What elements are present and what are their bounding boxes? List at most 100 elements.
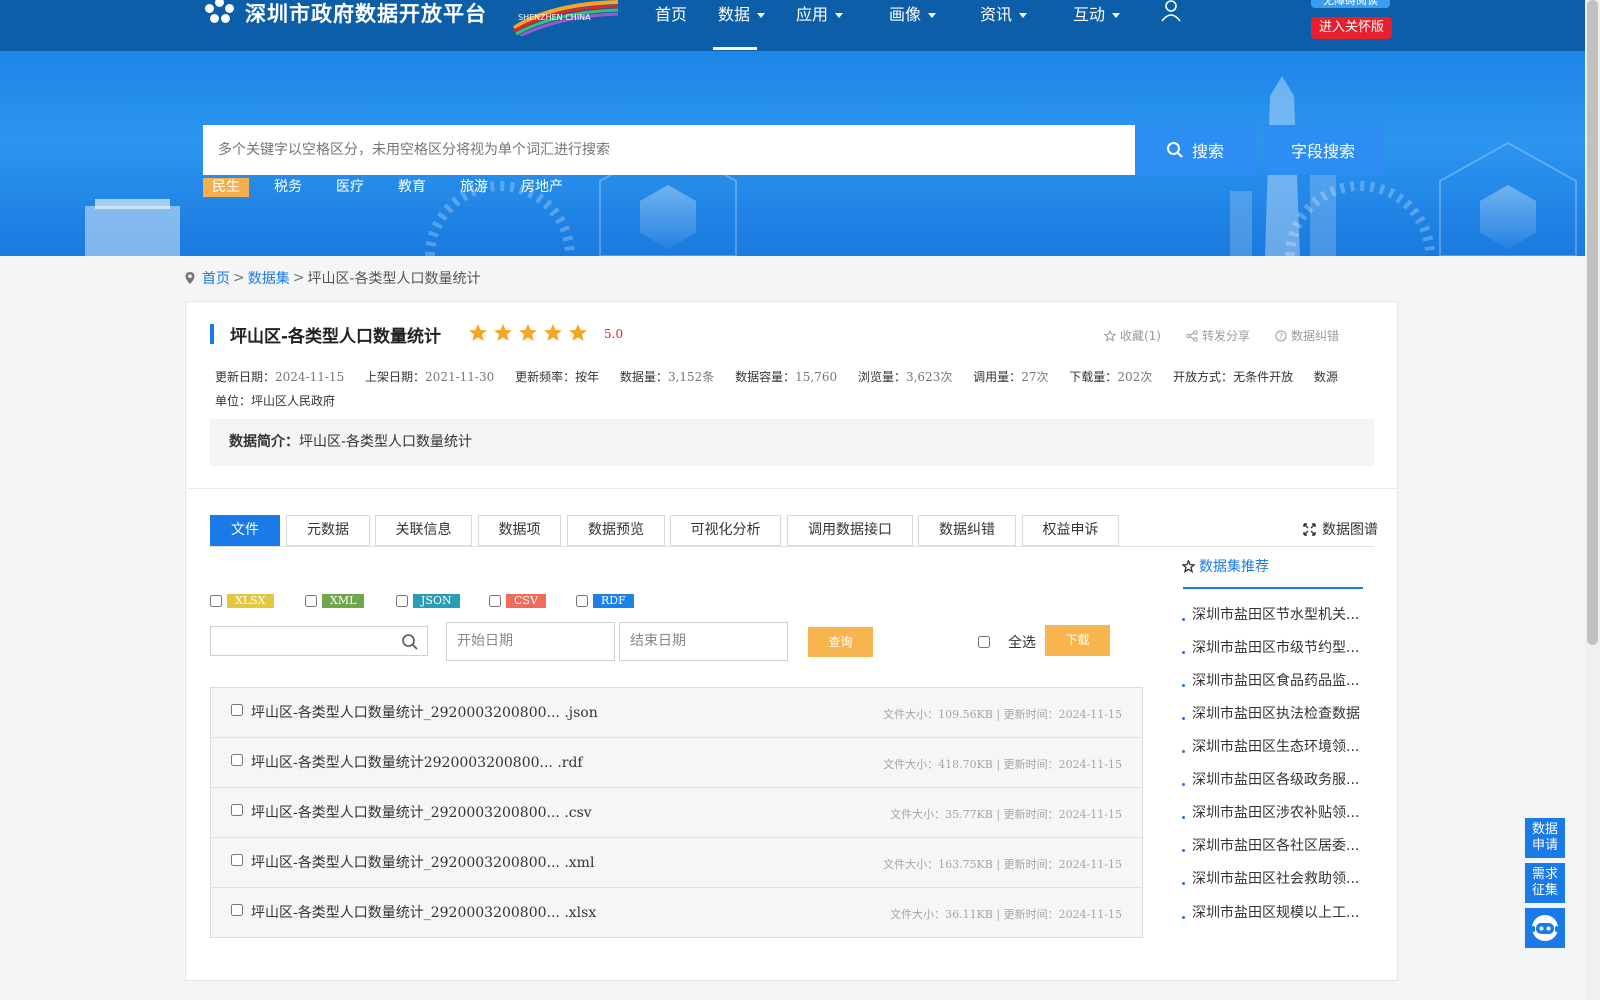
format-rdf[interactable]: RDF bbox=[576, 594, 634, 608]
tab-data-preview[interactable]: 数据预览 bbox=[567, 515, 665, 546]
file-name[interactable]: 坪山区-各类型人口数量统计2920003200800... .rdf bbox=[251, 752, 583, 772]
format-xlsx-checkbox[interactable] bbox=[210, 595, 222, 607]
share-button[interactable]: 转发分享 bbox=[1186, 327, 1250, 344]
tab-metadata[interactable]: 元数据 bbox=[286, 515, 370, 546]
nav-portrait[interactable]: 画像 bbox=[889, 0, 937, 51]
site-logo[interactable]: 深圳市政府数据开放平台 bbox=[203, 0, 487, 26]
file-name[interactable]: 坪山区-各类型人口数量统计_2920003200800... .json bbox=[251, 702, 598, 722]
nav-news[interactable]: 资讯 bbox=[980, 0, 1028, 51]
format-xlsx[interactable]: XLSX bbox=[210, 594, 274, 608]
format-csv-checkbox[interactable] bbox=[489, 595, 501, 607]
nav-home[interactable]: 首页 bbox=[655, 0, 687, 51]
file-row[interactable]: 坪山区-各类型人口数量统计_2920003200800... .json 文件大… bbox=[211, 688, 1142, 738]
expand-icon bbox=[1303, 522, 1316, 536]
assistant-button[interactable] bbox=[1525, 908, 1565, 948]
search-icon[interactable] bbox=[401, 633, 419, 651]
recommend-item[interactable]: 深圳市盐田区各社区居委... bbox=[1182, 835, 1372, 855]
user-icon[interactable] bbox=[1160, 0, 1182, 22]
nav-data[interactable]: 数据 bbox=[718, 0, 766, 51]
recommend-item[interactable]: 深圳市盐田区执法检查数据 bbox=[1182, 703, 1372, 723]
file-list: 坪山区-各类型人口数量统计_2920003200800... .json 文件大… bbox=[210, 687, 1143, 938]
format-xml[interactable]: XML bbox=[305, 594, 365, 608]
chevron-down-icon bbox=[928, 13, 937, 18]
tab-related-info[interactable]: 关联信息 bbox=[375, 515, 472, 546]
file-name[interactable]: 坪山区-各类型人口数量统计_2920003200800... .csv bbox=[251, 802, 592, 822]
recommend-item[interactable]: 深圳市盐田区各级政务服... bbox=[1182, 769, 1372, 789]
recommend-item[interactable]: 深圳市盐田区涉农补贴领... bbox=[1182, 802, 1372, 822]
end-date-input[interactable]: 结束日期 bbox=[619, 622, 788, 661]
nav-interact[interactable]: 互动 bbox=[1073, 0, 1121, 51]
file-checkbox[interactable] bbox=[231, 854, 243, 866]
file-checkbox[interactable] bbox=[231, 754, 243, 766]
file-row[interactable]: 坪山区-各类型人口数量统计_2920003200800... .xlsx 文件大… bbox=[211, 888, 1142, 938]
breadcrumb-home[interactable]: 首页 bbox=[202, 268, 230, 288]
tab-data-correct[interactable]: 数据纠错 bbox=[918, 515, 1016, 546]
format-xml-checkbox[interactable] bbox=[305, 595, 317, 607]
file-name[interactable]: 坪山区-各类型人口数量统计_2920003200800... .xml bbox=[251, 852, 594, 872]
data-graph-link[interactable]: 数据图谱 bbox=[1303, 519, 1378, 539]
breadcrumb: 首页 > 数据集 > 坪山区-各类型人口数量统计 bbox=[184, 268, 481, 288]
hot-word-tourism[interactable]: 旅游 bbox=[451, 178, 497, 197]
query-button[interactable]: 查询 bbox=[808, 627, 873, 657]
chevron-down-icon bbox=[1019, 13, 1028, 18]
recommend-item[interactable]: 深圳市盐田区食品药品监... bbox=[1182, 670, 1372, 690]
format-json-checkbox[interactable] bbox=[396, 595, 408, 607]
file-checkbox[interactable] bbox=[231, 804, 243, 816]
logo-icon bbox=[203, 0, 235, 26]
select-all[interactable]: 全选 bbox=[978, 632, 1036, 652]
hot-word-real-estate[interactable]: 房地产 bbox=[512, 178, 572, 197]
tab-visual-analysis[interactable]: 可视化分析 bbox=[670, 515, 781, 546]
file-row[interactable]: 坪山区-各类型人口数量统计_2920003200800... .csv 文件大小… bbox=[211, 788, 1142, 838]
hero-banner: 搜索 字段搜索 民生 税务 医疗 教育 旅游 房地产 bbox=[0, 51, 1585, 256]
accessibility-button[interactable]: 无障碍阅读 bbox=[1311, 0, 1390, 8]
file-checkbox[interactable] bbox=[231, 904, 243, 916]
hot-word-education[interactable]: 教育 bbox=[389, 178, 435, 197]
scrollbar-thumb[interactable] bbox=[1587, 0, 1598, 645]
tab-appeal[interactable]: 权益申诉 bbox=[1022, 515, 1119, 546]
dataset-title: 坪山区-各类型人口数量统计 bbox=[230, 327, 442, 347]
format-csv[interactable]: CSV bbox=[489, 594, 546, 608]
tab-files[interactable]: 文件 bbox=[210, 515, 280, 546]
recommend-item[interactable]: 深圳市盐田区节水型机关... bbox=[1182, 604, 1372, 624]
demand-collect-button[interactable]: 需求 征集 bbox=[1525, 863, 1565, 903]
file-row[interactable]: 坪山区-各类型人口数量统计2920003200800... .rdf 文件大小：… bbox=[211, 738, 1142, 788]
data-correct-button[interactable]: ? 数据纠错 bbox=[1275, 327, 1339, 344]
brand-text: SHENZHEN CHINA bbox=[518, 13, 591, 22]
file-keyword-input[interactable] bbox=[210, 626, 428, 656]
recommend-item[interactable]: 深圳市盐田区市级节约型... bbox=[1182, 637, 1372, 657]
download-button[interactable]: 下载 bbox=[1045, 625, 1110, 656]
recommend-item[interactable]: 深圳市盐田区生态环境领... bbox=[1182, 736, 1372, 756]
tab-data-items[interactable]: 数据项 bbox=[478, 515, 561, 546]
field-search-button[interactable]: 字段搜索 bbox=[1263, 125, 1383, 175]
file-checkbox[interactable] bbox=[231, 704, 243, 716]
recommend-item[interactable]: 深圳市盐田区社会救助领... bbox=[1182, 868, 1372, 888]
format-json[interactable]: JSON bbox=[396, 594, 460, 608]
recommend-item[interactable]: 深圳市盐田区规模以上工... bbox=[1182, 902, 1372, 922]
start-date-input[interactable]: 开始日期 bbox=[446, 622, 615, 661]
format-rdf-checkbox[interactable] bbox=[576, 595, 588, 607]
tab-api[interactable]: 调用数据接口 bbox=[787, 515, 913, 546]
breadcrumb-current: 坪山区-各类型人口数量统计 bbox=[307, 271, 481, 287]
favorite-button[interactable]: 收藏(1) bbox=[1103, 327, 1161, 344]
file-meta: 文件大小：418.70KB | 更新时间：2024-11-15 bbox=[883, 758, 1122, 771]
select-all-checkbox[interactable] bbox=[978, 636, 990, 648]
meta-open-mode: 开放方式：无条件开放 bbox=[1173, 370, 1294, 384]
meta-update-frequency: 更新频率：按年 bbox=[515, 370, 600, 384]
page-scrollbar[interactable] bbox=[1585, 0, 1600, 1000]
hot-word-tax[interactable]: 税务 bbox=[265, 178, 311, 197]
svg-text:?: ? bbox=[1279, 332, 1283, 341]
search-button[interactable]: 搜索 bbox=[1135, 125, 1255, 175]
dataset-intro: 数据简介：坪山区-各类型人口数量统计 bbox=[210, 419, 1374, 466]
file-row[interactable]: 坪山区-各类型人口数量统计_2920003200800... .xml 文件大小… bbox=[211, 838, 1142, 888]
hot-word-medical[interactable]: 医疗 bbox=[327, 178, 373, 197]
search-input[interactable] bbox=[203, 125, 1135, 175]
share-icon bbox=[1186, 329, 1198, 342]
care-mode-button[interactable]: 进入关怀版 bbox=[1311, 17, 1392, 39]
hot-word-livelihood[interactable]: 民生 bbox=[203, 178, 249, 197]
nav-apps[interactable]: 应用 bbox=[796, 0, 844, 51]
file-name[interactable]: 坪山区-各类型人口数量统计_2920003200800... .xlsx bbox=[251, 902, 596, 922]
data-apply-button[interactable]: 数据 申请 bbox=[1525, 818, 1565, 858]
dataset-meta: 更新日期：2024-11-15 上架日期：2021-11-30 更新频率：按年 … bbox=[215, 365, 1345, 413]
meta-view-count: 浏览量：3,623次 bbox=[857, 370, 953, 384]
breadcrumb-datasets[interactable]: 数据集 bbox=[248, 268, 290, 288]
